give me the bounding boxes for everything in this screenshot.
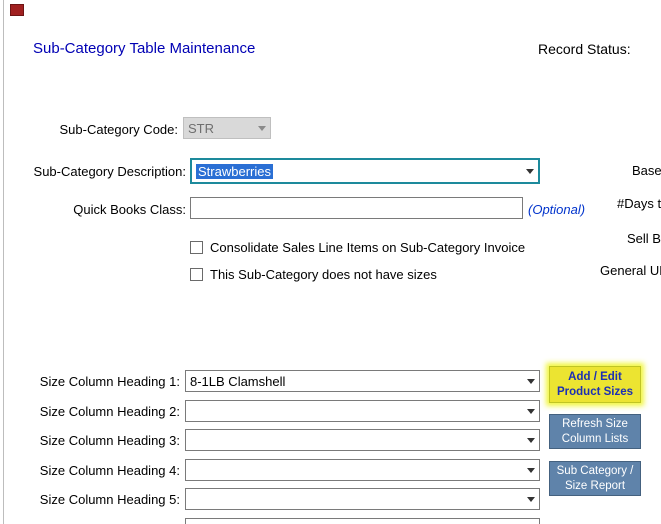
window-form-icon [10,4,24,16]
record-status-label: Record Status: [538,41,631,57]
consolidate-sales-checkbox[interactable] [190,241,203,254]
size-column-4-label: Size Column Heading 4: [39,463,180,478]
size-column-3-combo[interactable] [185,429,540,451]
chevron-down-icon[interactable] [522,519,539,524]
add-edit-product-sizes-button[interactable]: Add / Edit Product Sizes [549,366,641,403]
optional-note: (Optional) [528,202,586,217]
quick-books-class-input[interactable] [190,197,523,219]
chevron-down-icon[interactable] [522,460,539,480]
sub-category-maintenance-window: Sub-Category Table Maintenance Record St… [0,0,661,524]
chevron-down-icon[interactable] [522,371,539,391]
size-column-2-combo[interactable] [185,400,540,422]
sub-category-description-value: Strawberries [196,163,273,179]
base-label: Base [632,163,661,178]
size-column-5-label: Size Column Heading 5: [39,492,180,507]
no-sizes-label: This Sub-Category does not have sizes [210,267,437,282]
page-title: Sub-Category Table Maintenance [33,40,256,57]
size-column-6-combo[interactable] [185,518,540,524]
general-upc-label: General UPC fo [600,263,661,278]
size-column-2-label: Size Column Heading 2: [39,404,180,419]
chevron-down-icon[interactable] [522,401,539,421]
no-sizes-checkbox[interactable] [190,268,203,281]
chevron-down-icon [253,118,270,138]
quick-books-class-label: Quick Books Class: [73,202,186,217]
sell-by-label: Sell By [627,231,661,246]
size-column-4-combo[interactable] [185,459,540,481]
sub-category-code-combo: STR [183,117,271,139]
refresh-size-column-lists-button[interactable]: Refresh Size Column Lists [549,414,641,449]
sub-category-size-report-button[interactable]: Sub Category / Size Report [549,461,641,496]
sub-category-description-label: Sub-Category Description: [33,164,186,179]
chevron-down-icon[interactable] [522,430,539,450]
chevron-down-icon[interactable] [522,489,539,509]
sub-category-code-label: Sub-Category Code: [59,122,178,137]
size-column-1-combo[interactable]: 8-1LB Clamshell [185,370,540,392]
days-to-label: #Days to [617,196,661,211]
sub-category-description-combo[interactable]: Strawberries [190,158,540,184]
window-left-border [3,0,4,524]
size-column-3-label: Size Column Heading 3: [39,433,180,448]
size-column-1-value: 8-1LB Clamshell [190,373,286,389]
size-column-1-label: Size Column Heading 1: [39,374,180,389]
chevron-down-icon[interactable] [521,160,538,182]
consolidate-sales-label: Consolidate Sales Line Items on Sub-Cate… [210,240,526,255]
size-column-5-combo[interactable] [185,488,540,510]
sub-category-code-value: STR [188,120,214,136]
